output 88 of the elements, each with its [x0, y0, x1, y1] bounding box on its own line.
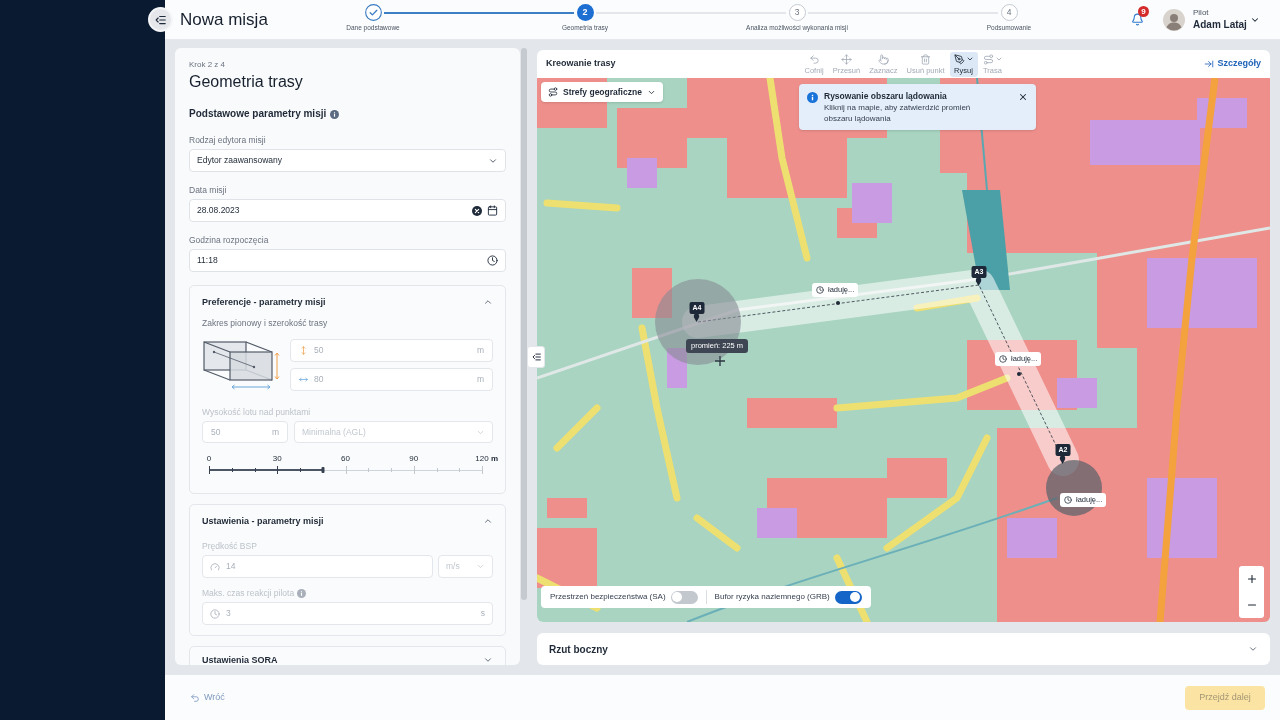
pin-icon — [1060, 456, 1066, 464]
step-number[interactable]: 4 — [1000, 4, 1018, 21]
slider-thumb[interactable] — [321, 467, 325, 473]
user-name: Adam Lataj — [1193, 18, 1247, 31]
info-icon — [807, 92, 818, 103]
chevron-down-icon — [483, 655, 493, 665]
chevron-up-icon — [483, 516, 493, 526]
toast-message: Kliknij na mapie, aby zatwierdzić promień obszaru lądowania — [824, 102, 972, 124]
undo-icon — [190, 692, 200, 703]
toggle-switch[interactable] — [834, 590, 862, 604]
chevron-down-icon — [1248, 644, 1258, 654]
collapse-toggle[interactable] — [483, 655, 493, 665]
page-title: Nowa misja — [180, 8, 267, 31]
pin-icon — [694, 314, 700, 322]
toast-title: Rysowanie obszaru lądowania — [824, 90, 948, 102]
scale-label: 0 — [206, 454, 212, 464]
select-field[interactable]: Edytor zaawansowany — [189, 149, 506, 172]
move-icon — [840, 53, 852, 65]
list-collapse-icon — [531, 353, 541, 361]
step-counter: Krok 2 z 4 — [189, 60, 226, 69]
close-button[interactable] — [1018, 92, 1028, 102]
card-title: Ustawienia - parametry misji — [202, 515, 324, 527]
horizontal-arrow-icon — [299, 375, 308, 384]
date-field[interactable]: 28.08.2023 — [189, 199, 506, 222]
form-title: Geometria trasy — [189, 72, 304, 92]
panel-title: Kreowanie trasy — [546, 57, 617, 71]
back-button[interactable]: Wróć — [190, 690, 225, 705]
plus-icon — [1245, 573, 1258, 585]
chevron-down-icon — [994, 55, 1003, 63]
bell-icon — [1130, 13, 1144, 26]
details-link[interactable]: Szczegóły — [1204, 57, 1261, 71]
time-field[interactable]: 11:18 — [189, 249, 506, 272]
step-number[interactable]: 3 — [788, 4, 806, 21]
scale-unit: m — [491, 454, 499, 464]
pen-icon — [953, 53, 965, 65]
avatar-icon[interactable] — [1163, 8, 1185, 31]
vertical-arrow-icon — [299, 346, 308, 355]
menu-collapse-button[interactable] — [148, 7, 173, 32]
undo-icon — [808, 53, 820, 65]
info-icon — [330, 109, 340, 119]
clock-icon — [816, 286, 824, 294]
user-role: Pilot — [1193, 8, 1210, 18]
panel-toggle-button[interactable] — [527, 346, 545, 368]
card-subtitle: Zakres pionowy i szerokość trasy — [202, 318, 329, 328]
layers-dropdown-button[interactable]: Strefy geograficzne — [541, 82, 663, 102]
crosshair-icon — [715, 356, 725, 366]
collapse-toggle[interactable] — [1248, 644, 1258, 654]
clock-icon[interactable] — [487, 255, 498, 266]
chevron-up-icon — [483, 297, 493, 307]
clear-icon[interactable] — [472, 205, 482, 216]
chevron-down-icon — [476, 562, 485, 571]
notification-badge: 9 — [1138, 5, 1149, 17]
card-title: Ustawienia SORA — [202, 654, 278, 665]
chevron-down-icon — [965, 55, 974, 63]
scrollbar[interactable] — [521, 48, 527, 600]
card-title: Rzut boczny — [549, 642, 608, 657]
gauge-icon — [210, 561, 220, 572]
field-label: Data misji — [189, 185, 228, 195]
scale-label: 30 — [272, 454, 282, 464]
clock-icon — [999, 355, 1007, 363]
scale-label: 90 — [409, 454, 419, 464]
slider-track[interactable] — [209, 466, 482, 474]
arrow-to-line-icon — [1204, 59, 1215, 69]
toggle-label: Przestrzeń bezpieczeństwa (SA) — [550, 591, 666, 603]
info-icon — [297, 588, 307, 598]
close-icon — [1018, 92, 1028, 102]
calendar-icon[interactable] — [487, 205, 498, 216]
hand-pointer-icon — [877, 53, 889, 65]
field-label: Godzina rozpoczęcia — [189, 235, 270, 245]
scale-label: 120 — [475, 454, 489, 464]
clock-icon — [1064, 496, 1072, 504]
pin-icon — [976, 278, 982, 286]
card-title: Preferencje - parametry misji — [202, 296, 326, 308]
field-label: Rodzaj edytora misji — [189, 135, 267, 145]
toggle-switch[interactable] — [670, 590, 698, 604]
collapse-toggle[interactable] — [483, 516, 493, 526]
scale-label: 60 — [341, 454, 350, 464]
route-icon — [548, 87, 558, 97]
trash-icon — [920, 53, 931, 65]
list-collapse-icon — [155, 14, 166, 25]
clock-icon — [210, 608, 220, 619]
toggle-label: Bufor ryzyka naziemnego (GRB) — [714, 591, 830, 603]
check-circle-icon[interactable] — [364, 4, 382, 21]
notifications-button[interactable] — [1130, 12, 1144, 27]
step-number[interactable]: 2 — [576, 4, 594, 21]
route-icon — [982, 53, 994, 65]
section-title: Podstawowe parametry misji — [189, 108, 327, 120]
collapse-toggle[interactable] — [483, 297, 493, 307]
